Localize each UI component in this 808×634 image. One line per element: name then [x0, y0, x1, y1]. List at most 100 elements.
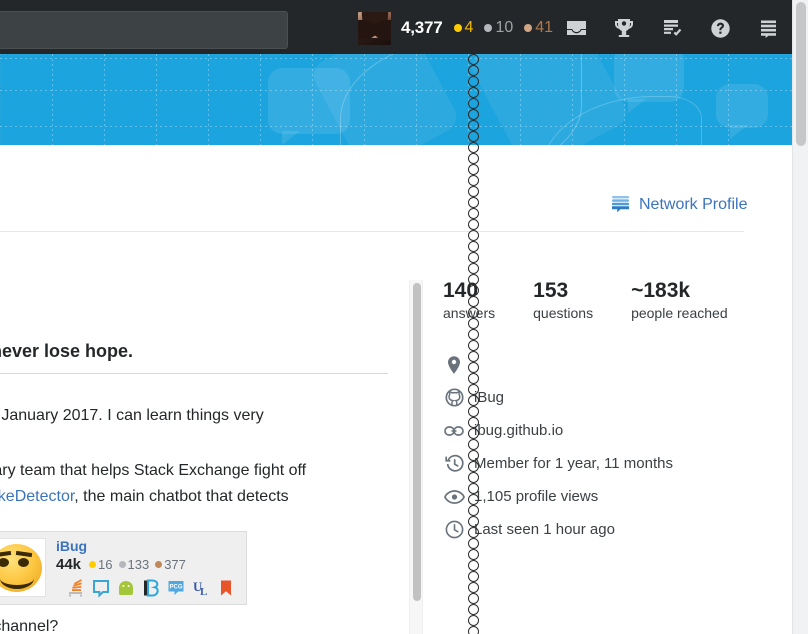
review-icon: [661, 18, 683, 39]
inbox-button[interactable]: [552, 10, 600, 46]
smokedetector-link[interactable]: nokeDetector: [0, 488, 74, 505]
detail-row-github[interactable]: iBug: [443, 381, 673, 414]
silver-badge-count: 10: [495, 19, 514, 36]
location-pin-icon: [443, 354, 465, 376]
history-clock-icon: [443, 453, 465, 475]
flair-reputation-row: 44k 16 133 377: [56, 556, 246, 573]
flair-site-icons: PCG UL: [66, 578, 246, 598]
silver-badge-icon: [118, 561, 126, 568]
flair-username[interactable]: iBug: [56, 538, 246, 554]
profile-detail-list: iBug ibug.github.io Member for 1 year, 1…: [443, 348, 673, 546]
flair-silver-count: 133: [127, 557, 150, 572]
detail-last-seen-text: Last seen 1 hour ago: [474, 521, 615, 538]
eyebrow-right: [15, 550, 33, 558]
review-button[interactable]: [648, 10, 696, 46]
flair-body: iBug 44k 16 133 377 PCG U L: [46, 532, 246, 604]
profile-stats-row: 140 answers 153 questions ~183k people r…: [443, 279, 766, 321]
gold-badge-icon: [453, 24, 462, 32]
badge-counts[interactable]: 4 10 41: [453, 19, 554, 37]
avatar[interactable]: [358, 11, 391, 45]
banner-gridline: [156, 54, 157, 145]
stat-questions-label: questions: [533, 305, 594, 321]
about-line-2: ntary team that helps Stack Exchange fig…: [0, 462, 307, 479]
stat-people-reached-value: ~183k: [631, 279, 691, 302]
page-scrollbar[interactable]: [792, 0, 808, 634]
inner-scrollbar[interactable]: [409, 280, 423, 634]
detail-github-text: iBug: [474, 389, 505, 406]
gold-badge-icon: [89, 561, 97, 568]
detail-profile-views-text: 1,105 profile views: [474, 488, 599, 505]
network-flair-card[interactable]: iBug 44k 16 133 377 PCG U L: [0, 531, 247, 605]
pcg-icon[interactable]: PCG: [166, 578, 186, 598]
stat-people-reached-label: people reached: [631, 305, 728, 321]
banner-gridline: [52, 54, 53, 145]
about-line-3: nokeDetector, the main chatbot that dete…: [0, 488, 289, 506]
stat-questions-value: 153: [533, 279, 569, 302]
ul-icon[interactable]: UL: [191, 578, 211, 598]
bronze-badge-count: 41: [535, 19, 554, 36]
banner-bubble-decoration: [716, 84, 768, 139]
stat-answers-value: 140: [443, 279, 479, 302]
stat-questions: 153 questions: [533, 279, 593, 321]
link-icon: [443, 420, 465, 442]
clock-icon: [443, 519, 465, 541]
svg-text:L: L: [200, 586, 207, 598]
bronze-badge-icon: [524, 24, 533, 32]
eye-icon: [443, 486, 465, 508]
detail-row-location: [443, 348, 673, 381]
detail-row-member-for: Member for 1 year, 11 months: [443, 447, 673, 480]
inner-scrollbar-thumb[interactable]: [413, 283, 421, 601]
superuser-icon[interactable]: [91, 578, 111, 598]
detail-row-website[interactable]: ibug.github.io: [443, 414, 673, 447]
page-scrollbar-thumb[interactable]: [796, 2, 806, 146]
inbox-icon: [565, 18, 588, 38]
site-switcher-icon: [758, 18, 779, 39]
profile-banner: [0, 54, 792, 145]
about-bottom-cut-text: e channel?: [0, 618, 59, 634]
banner-gridline: [260, 54, 261, 145]
unix-linux-icon[interactable]: [141, 578, 161, 598]
top-nav-icon-group: [552, 10, 792, 46]
network-profile-label: Network Profile: [639, 195, 748, 213]
gold-badge-count: 4: [464, 19, 474, 36]
stat-answers-label: answers: [443, 305, 496, 321]
detail-member-for-text: Member for 1 year, 11 months: [474, 455, 673, 472]
silver-badge-icon: [484, 24, 493, 32]
site-switcher-button[interactable]: [744, 10, 792, 46]
page-root: 4,377 4 10 41 Network Profile ever lose …: [0, 0, 808, 634]
detail-row-last-seen: Last seen 1 hour ago: [443, 513, 673, 546]
banner-swoosh-decoration: [340, 54, 582, 145]
network-profile-icon: [610, 194, 631, 215]
banner-gridline: [104, 54, 105, 145]
github-icon: [443, 387, 465, 409]
about-line-3-rest: , the main chatbot that detects: [74, 488, 289, 505]
mouth: [0, 568, 34, 589]
network-profile-link[interactable]: Network Profile: [610, 194, 747, 215]
flair-badges: 16 133 377: [89, 557, 192, 572]
reputation-count: 4,377: [401, 18, 443, 37]
user-account-cluster[interactable]: 4,377 4 10 41: [358, 10, 553, 46]
banner-bubble-decoration: [614, 54, 684, 113]
about-line-1: ce January 2017. I can learn things very: [0, 407, 264, 424]
help-button[interactable]: [696, 10, 744, 46]
achievements-button[interactable]: [600, 10, 648, 46]
help-icon: [710, 18, 731, 39]
stat-answers: 140 answers: [443, 279, 495, 321]
banner-gridline: [208, 54, 209, 145]
smiley-face-icon: [0, 544, 42, 592]
svg-text:PCG: PCG: [169, 584, 182, 590]
stackoverflow-icon[interactable]: [66, 578, 86, 598]
top-navigation-bar: 4,377 4 10 41: [0, 0, 808, 54]
bookmark-icon[interactable]: [216, 578, 236, 598]
bronze-badge-icon: [155, 561, 163, 568]
android-enthusiasts-icon[interactable]: [116, 578, 136, 598]
about-tagline-rule: [0, 373, 388, 374]
flair-gold-count: 16: [98, 557, 113, 572]
flair-bronze-count: 377: [164, 557, 186, 572]
search-input[interactable]: [0, 11, 288, 49]
eyebrow-left: [0, 550, 12, 558]
eye-right: [18, 558, 29, 567]
about-tagline: t never lose hope.: [0, 341, 134, 361]
trophy-icon: [613, 17, 635, 39]
flair-avatar: [0, 538, 46, 597]
